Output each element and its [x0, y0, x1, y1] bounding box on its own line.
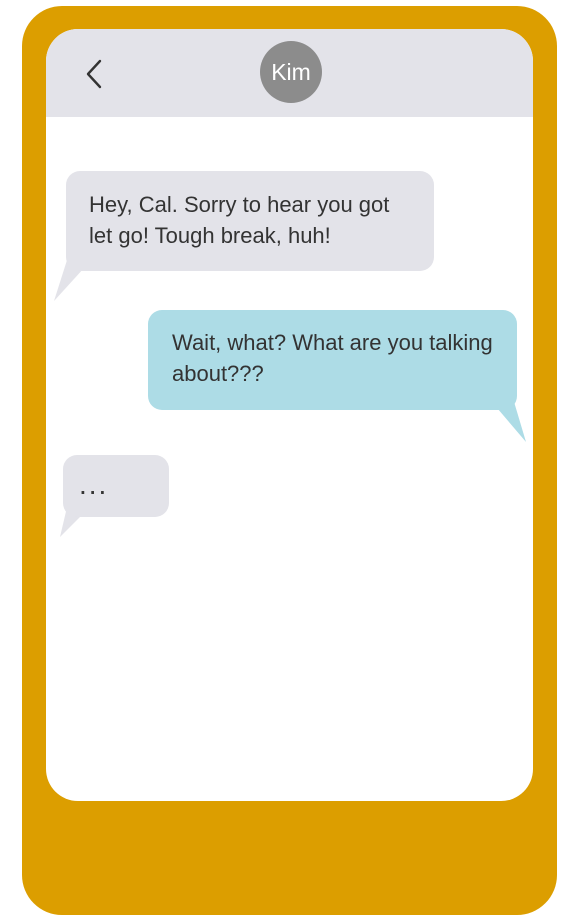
- contact-name: Kim: [271, 59, 311, 85]
- typing-indicator: ...: [79, 469, 109, 500]
- message-text: Wait, what? What are you talking about??…: [172, 330, 493, 386]
- phone-frame: Kim Hey, Cal. Sorry to hear you got let …: [22, 6, 557, 915]
- outgoing-message-bubble[interactable]: Wait, what? What are you talking about??…: [148, 310, 517, 410]
- incoming-message-bubble[interactable]: Hey, Cal. Sorry to hear you got let go! …: [66, 171, 434, 271]
- chat-header: Kim: [46, 29, 533, 117]
- chat-screen: Kim Hey, Cal. Sorry to hear you got let …: [46, 29, 533, 801]
- chevron-left-icon: [86, 59, 102, 89]
- back-button[interactable]: [78, 57, 108, 91]
- message-text: Hey, Cal. Sorry to hear you got let go! …: [89, 192, 390, 248]
- typing-indicator-bubble: ...: [63, 455, 169, 517]
- contact-avatar[interactable]: Kim: [260, 41, 322, 103]
